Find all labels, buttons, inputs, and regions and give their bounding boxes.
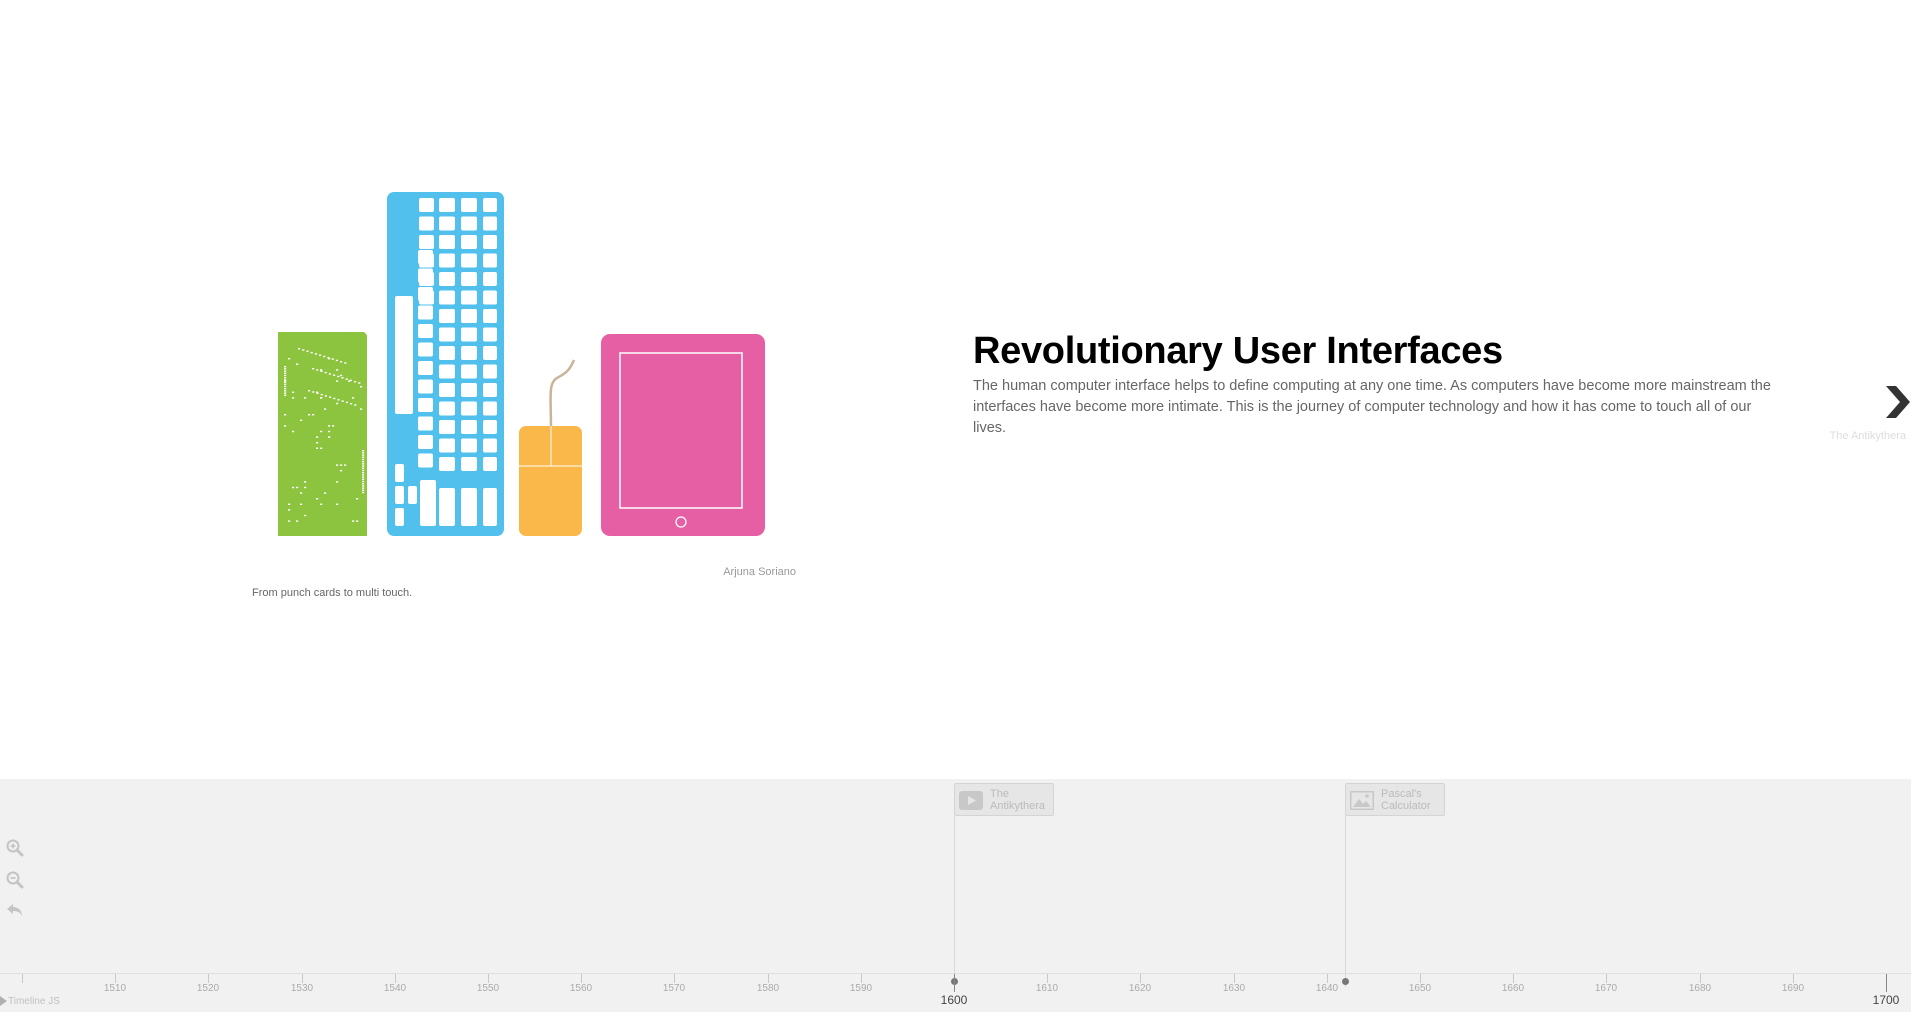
timeline-navigation[interactable]: The Antikythera Pascal's Calculator 1510… [0, 779, 1911, 1012]
mouse-icon [519, 359, 582, 536]
axis-tick-label: 1610 [1035, 983, 1059, 994]
axis-tick-label: 1510 [103, 983, 127, 994]
timeline-app: Arjuna Soriano From punch cards to multi… [0, 0, 1911, 1012]
punch-card-icon [278, 332, 367, 536]
image-icon [1350, 791, 1374, 810]
axis-minor-tick [208, 974, 209, 983]
axis-tick-label: 1660 [1501, 983, 1525, 994]
axis-minor-tick [22, 974, 23, 983]
axis-minor-tick [581, 974, 582, 983]
back-to-start-icon [7, 904, 22, 916]
slide-text: Revolutionary User Interfaces The human … [973, 328, 1783, 439]
axis-major-tick [1886, 974, 1887, 992]
axis-tick-label: 1680 [1688, 983, 1712, 994]
slide-headline: Revolutionary User Interfaces [973, 330, 1503, 372]
axis-tick-label: 1590 [849, 983, 873, 994]
axis-line [0, 973, 1911, 974]
keyboard-icon [387, 192, 504, 536]
marker-flag-antikythera[interactable]: The Antikythera [954, 783, 1054, 816]
zoom-out-icon [6, 871, 24, 889]
axis-minor-tick [115, 974, 116, 983]
axis-minor-tick [1234, 974, 1235, 983]
back-to-start-button[interactable] [5, 901, 25, 921]
axis-minor-tick [1140, 974, 1141, 983]
axis-tick-label: 1640 [1315, 983, 1339, 994]
axis-major-tick [954, 974, 955, 992]
axis-minor-tick [1606, 974, 1607, 983]
media-credit: Arjuna Soriano [723, 566, 796, 578]
axis-tick-label: 1700 [1872, 993, 1900, 1007]
axis-tick-label: 1540 [383, 983, 407, 994]
play-icon [0, 996, 7, 1007]
axis-minor-tick [1793, 974, 1794, 983]
axis-tick-label: 1620 [1128, 983, 1152, 994]
axis-tick-label: 1520 [196, 983, 220, 994]
zoom-in-icon [6, 839, 24, 857]
axis-minor-tick [1420, 974, 1421, 983]
chevron-right-icon [1886, 386, 1910, 418]
axis-minor-tick [488, 974, 489, 983]
marker-flag-pascals-calculator[interactable]: Pascal's Calculator [1345, 783, 1445, 816]
axis-tick-label: 1580 [756, 983, 780, 994]
axis-minor-tick [395, 974, 396, 983]
marker-title: The Antikythera [990, 788, 1046, 812]
axis-tick-label: 1600 [940, 993, 968, 1007]
zoom-out-button[interactable] [5, 870, 25, 890]
slide-body: The human computer interface helps to de… [973, 378, 1771, 436]
next-slide-button[interactable]: The Antikythera [1820, 382, 1911, 444]
axis-tick-label: 1630 [1222, 983, 1246, 994]
slide-viewer: Arjuna Soriano From punch cards to multi… [0, 0, 1911, 779]
axis-minor-tick [768, 974, 769, 983]
axis-tick-label: 1670 [1594, 983, 1618, 994]
axis-tick-label: 1560 [569, 983, 593, 994]
slide-media-illustration [252, 188, 797, 540]
axis-tick-label: 1530 [290, 983, 314, 994]
axis-minor-tick [1513, 974, 1514, 983]
next-slide-title: The Antikythera [1829, 430, 1906, 442]
axis-tick-label: 1650 [1408, 983, 1432, 994]
axis-minor-tick [1327, 974, 1328, 983]
axis-minor-tick [1700, 974, 1701, 983]
axis-minor-tick [1047, 974, 1048, 983]
timelinejs-brand[interactable]: Timeline JS [0, 996, 60, 1007]
axis-tick-label: 1570 [662, 983, 686, 994]
axis-tick-label: 1550 [476, 983, 500, 994]
axis-minor-tick [861, 974, 862, 983]
zoom-in-button[interactable] [5, 838, 25, 858]
media-caption: From punch cards to multi touch. [252, 587, 413, 599]
axis-tick-label: 1690 [1781, 983, 1805, 994]
marker-line [1345, 816, 1346, 987]
axis-minor-tick [302, 974, 303, 983]
axis-minor-tick [674, 974, 675, 983]
brand-label: Timeline JS [8, 996, 60, 1007]
video-icon [959, 791, 983, 810]
marker-line [954, 816, 955, 987]
marker-title: Pascal's Calculator [1381, 788, 1431, 812]
tablet-icon [601, 334, 765, 536]
